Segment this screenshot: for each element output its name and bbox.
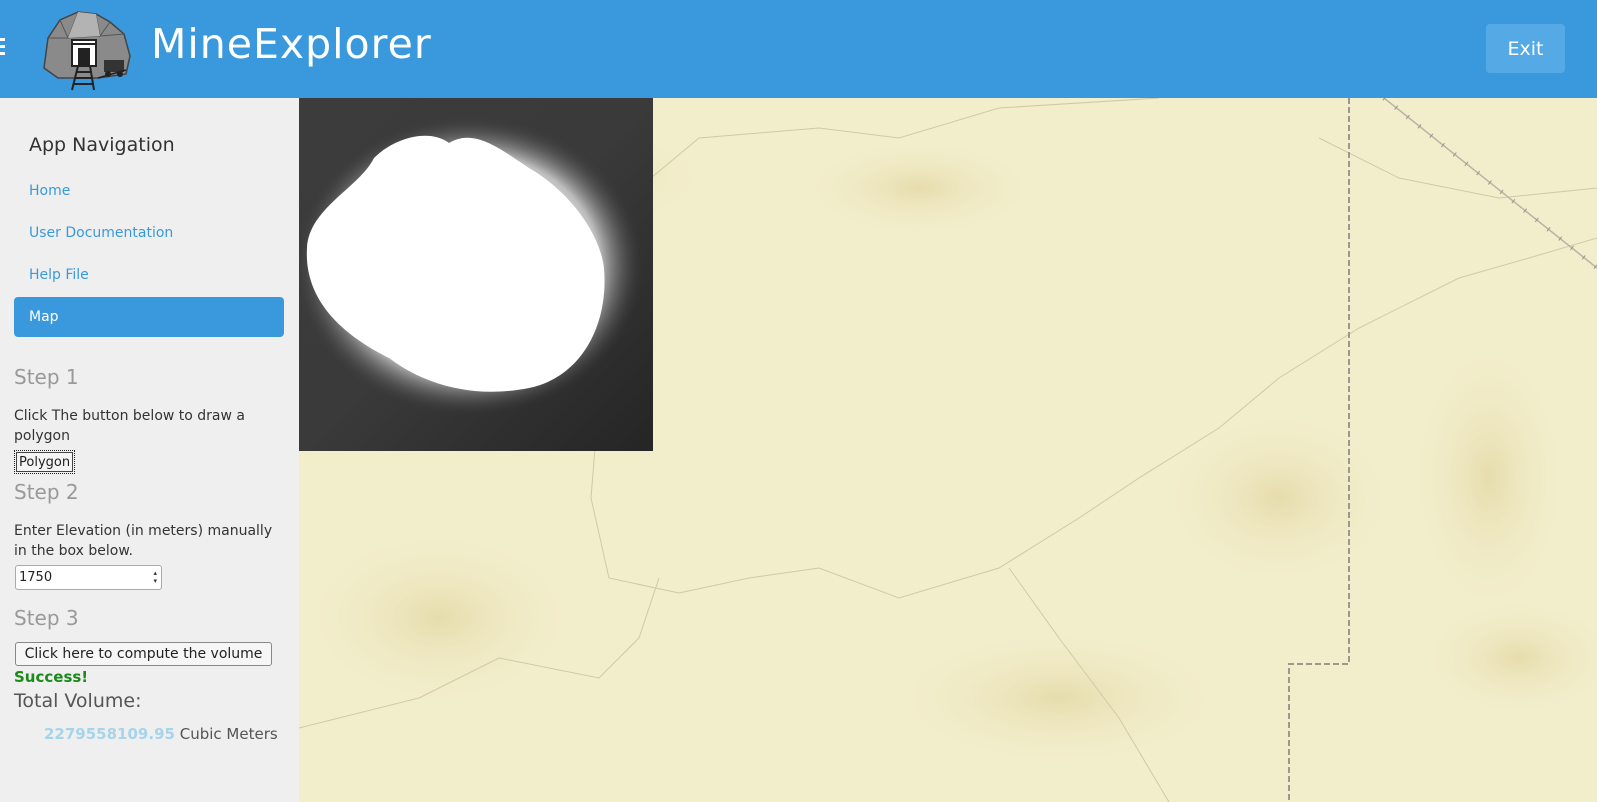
nav-item-map[interactable]: Map — [14, 297, 284, 337]
spinner-arrows-icon[interactable]: ▴ ▾ — [153, 569, 157, 585]
polygon-button[interactable]: Polygon — [13, 450, 76, 474]
elevation-raster — [299, 98, 653, 451]
app-title: MineExplorer — [151, 20, 432, 68]
volume-unit: Cubic Meters — [179, 725, 278, 743]
volume-value: 2279558109.95 — [44, 725, 175, 743]
elevation-value: 1750 — [19, 570, 53, 585]
app-header: MineExplorer Exit — [0, 0, 1597, 98]
total-volume: 2279558109.95 Cubic Meters — [44, 725, 278, 743]
map-view[interactable] — [299, 98, 1597, 802]
hamburger-icon[interactable] — [0, 38, 6, 58]
elevation-input[interactable]: 1750 ▴ ▾ — [15, 565, 162, 590]
total-volume-label: Total Volume: — [14, 690, 142, 712]
exit-button[interactable]: Exit — [1486, 24, 1565, 73]
step3-title: Step 3 — [14, 606, 79, 630]
mine-logo — [38, 8, 134, 92]
sidebar: App Navigation Home User Documentation H… — [0, 98, 299, 802]
step2-title: Step 2 — [14, 480, 79, 504]
nav-item-user-documentation[interactable]: User Documentation — [14, 213, 284, 253]
nav-item-help-file[interactable]: Help File — [14, 255, 284, 295]
step1-description: Click The button below to draw a polygon — [14, 408, 245, 444]
step1-title: Step 1 — [14, 365, 79, 389]
step2-description: Enter Elevation (in meters) manually in … — [14, 523, 273, 559]
nav-heading: App Navigation — [29, 134, 175, 156]
nav-item-home[interactable]: Home — [14, 171, 284, 211]
compute-volume-button[interactable]: Click here to compute the volume — [15, 642, 272, 666]
status-success: Success! — [14, 668, 89, 686]
